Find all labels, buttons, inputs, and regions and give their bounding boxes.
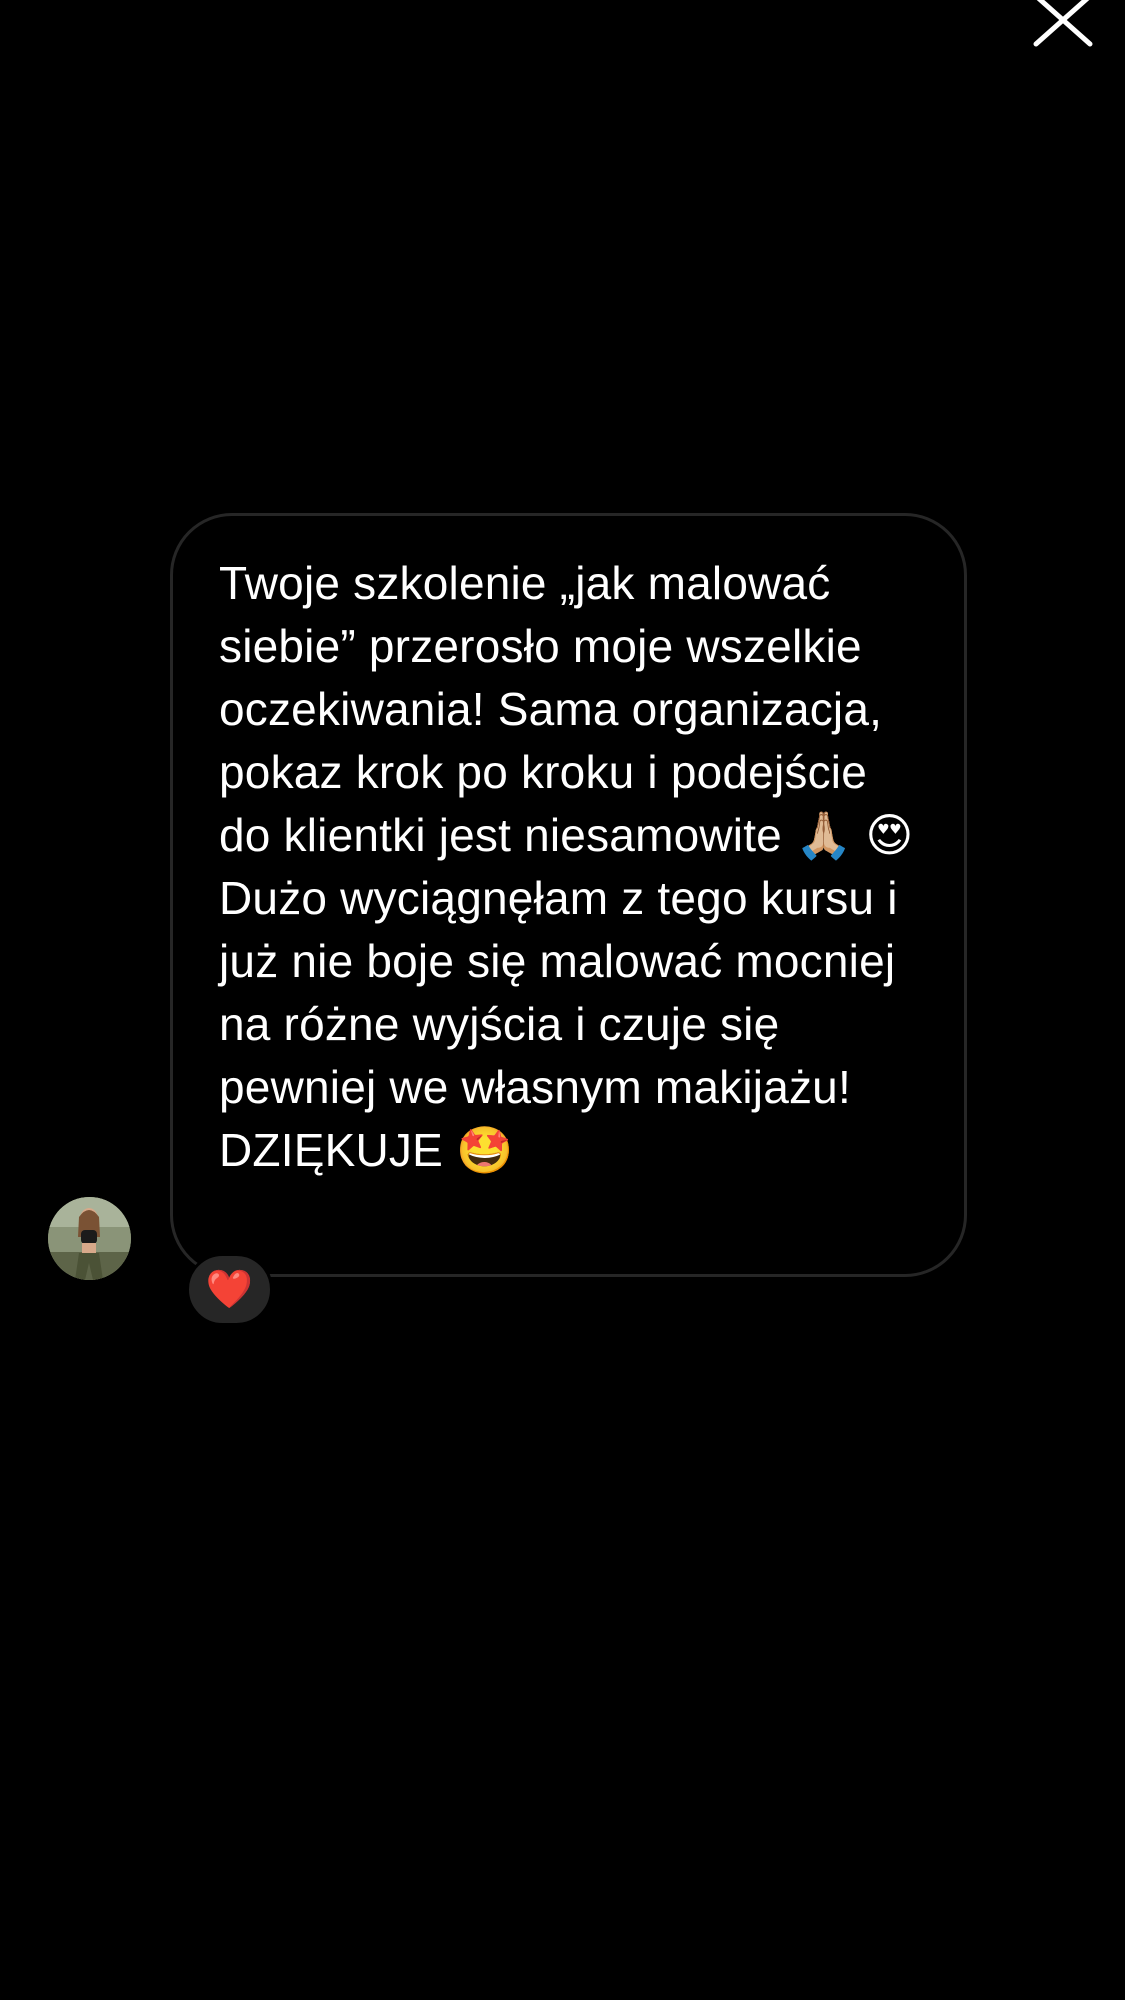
message-text: Twoje szkolenie „jak malować siebie” prz…	[219, 557, 914, 1176]
heart-icon: ❤️	[205, 1268, 254, 1311]
message-bubble[interactable]: Twoje szkolenie „jak malować siebie” prz…	[170, 513, 967, 1277]
close-icon	[1033, 0, 1093, 47]
avatar-image	[48, 1197, 131, 1280]
sender-avatar[interactable]	[48, 1197, 131, 1280]
close-button[interactable]	[1030, 0, 1100, 50]
heart-reaction[interactable]: ❤️	[186, 1253, 273, 1326]
